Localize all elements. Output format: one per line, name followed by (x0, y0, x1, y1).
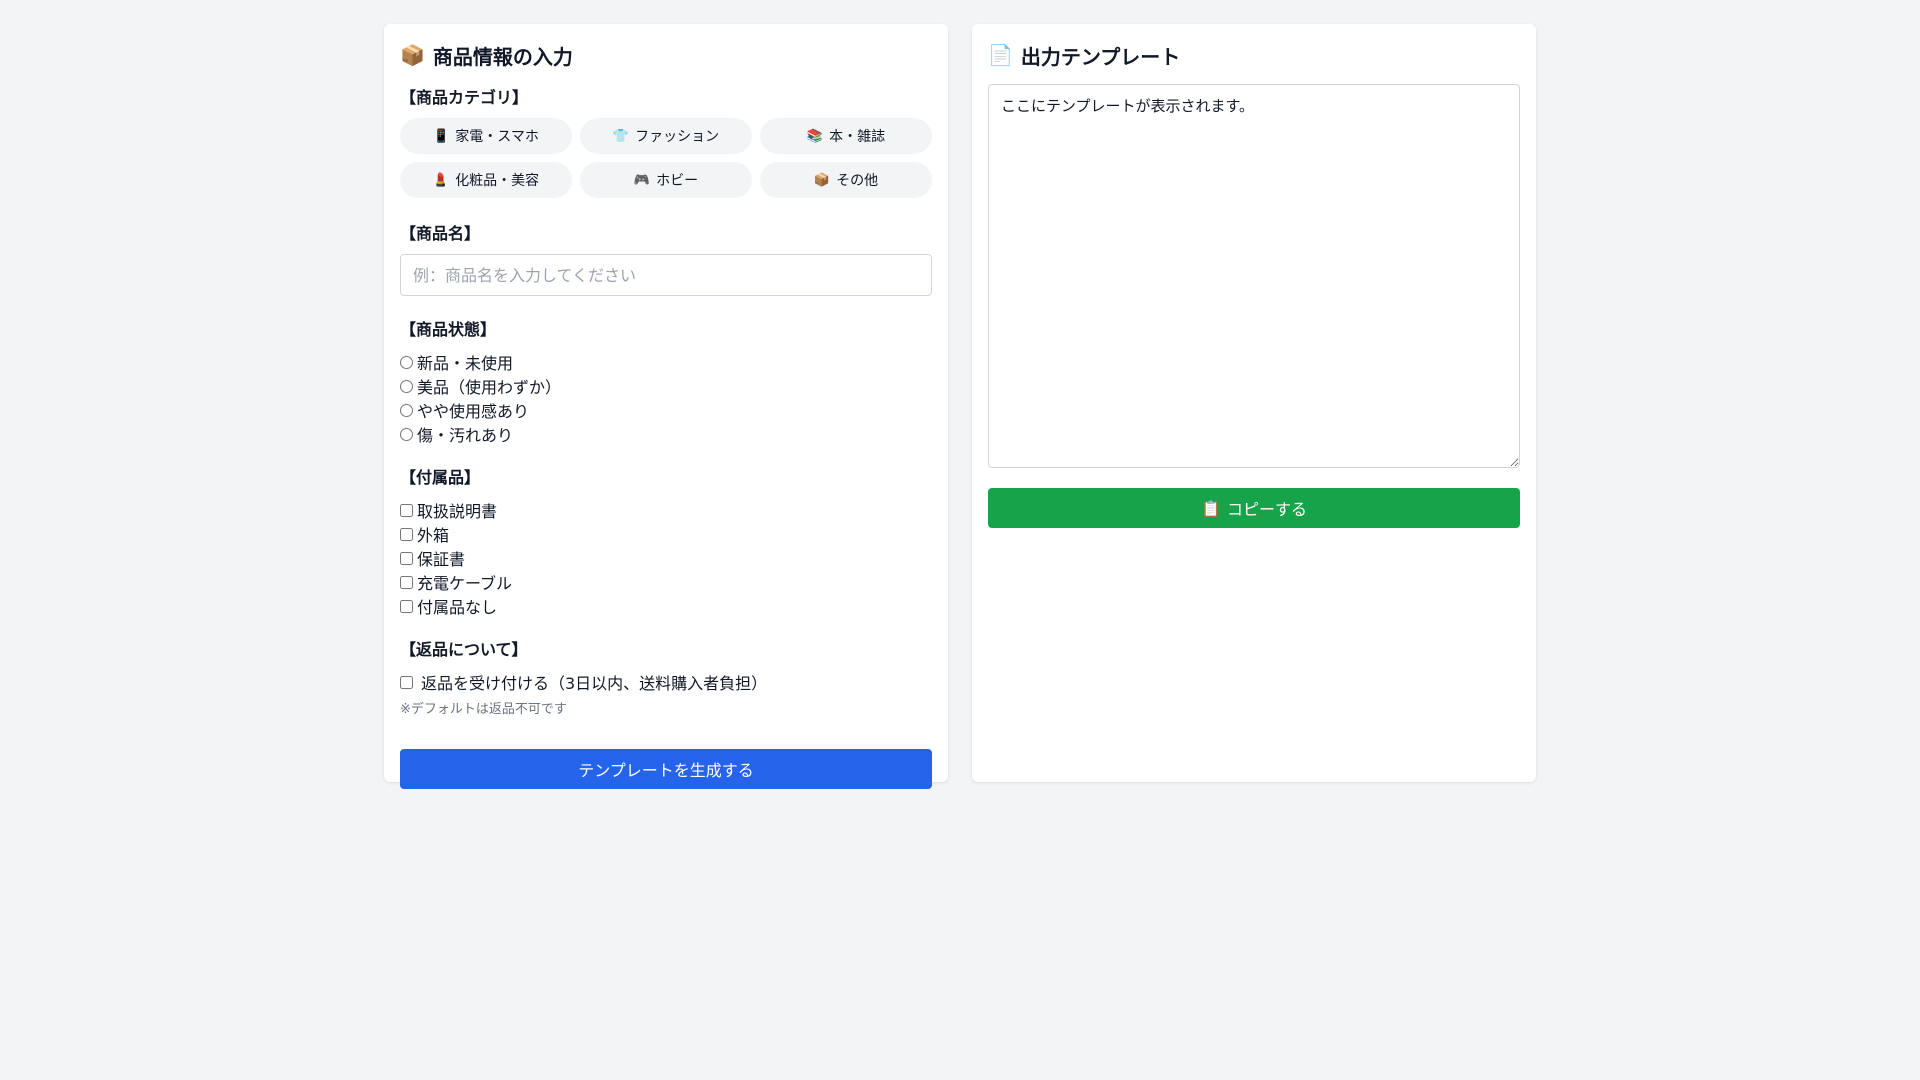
accessories-heading: 【付属品】 (400, 468, 481, 487)
returns-note: ※デフォルトは返品不可です (400, 702, 567, 717)
copy-button-label: コピーする (1226, 500, 1307, 519)
condition-option-label: 美品（使用わずか） (417, 378, 562, 397)
gamepad-icon: 🎮 (633, 172, 651, 188)
clipboard-icon: 📋 (1201, 498, 1221, 518)
input-panel-title: 📦 商品情報の入力 (400, 40, 932, 70)
package-icon: 📦 (813, 172, 831, 188)
copy-button[interactable]: 📋 コピーする (988, 488, 1520, 528)
category-button-fashion[interactable]: 👕 ファッション (580, 118, 752, 154)
accessory-checkbox[interactable] (400, 599, 413, 613)
category-label: 化粧品・美容 (455, 173, 540, 189)
category-button-other[interactable]: 📦 その他 (760, 162, 932, 198)
category-label: 家電・スマホ (455, 129, 539, 145)
output-textarea[interactable]: ここにテンプレートが表示されます。 (988, 84, 1520, 468)
condition-option-label: 傷・汚れあり (417, 426, 514, 445)
condition-option-used[interactable]: やや使用感あり (400, 398, 932, 422)
books-icon: 📚 (806, 128, 824, 144)
category-button-cosmetics[interactable]: 💄 化粧品・美容 (400, 162, 572, 198)
condition-option-damaged[interactable]: 傷・汚れあり (400, 422, 932, 446)
accessory-option-label: 外箱 (417, 526, 450, 545)
accessory-option-none[interactable]: 付属品なし (400, 594, 932, 618)
product-name-input[interactable] (400, 254, 932, 296)
accessory-option-box[interactable]: 外箱 (400, 522, 932, 546)
condition-radio[interactable] (400, 427, 413, 441)
condition-option-label: 新品・未使用 (417, 354, 514, 373)
returns-option-label: 返品を受け付ける（3日以内、送料購入者負担） (421, 674, 768, 693)
condition-radio[interactable] (400, 355, 413, 369)
product-name-heading: 【商品名】 (400, 224, 481, 243)
category-label: ファッション (635, 129, 720, 145)
category-heading: 【商品カテゴリ】 (400, 88, 529, 107)
category-label: ホビー (656, 173, 699, 189)
accessory-option-label: 充電ケーブル (417, 574, 513, 593)
output-panel-title-text: 出力テンプレート (1020, 44, 1181, 69)
document-icon: 📄 (988, 43, 1013, 67)
accessory-option-cable[interactable]: 充電ケーブル (400, 570, 932, 594)
accessory-option-label: 保証書 (417, 550, 466, 569)
accessory-checkbox[interactable] (400, 503, 413, 517)
output-panel-title: 📄 出力テンプレート (988, 40, 1520, 70)
accessory-option-manual[interactable]: 取扱説明書 (400, 498, 932, 522)
input-panel: 📦 商品情報の入力 【商品カテゴリ】 📱 家電・スマホ 👕 ファッション 📚 本… (384, 24, 948, 789)
category-label: その他 (836, 173, 879, 189)
accessory-checkbox[interactable] (400, 575, 413, 589)
returns-heading: 【返品について】 (400, 640, 528, 659)
main-layout: 📦 商品情報の入力 【商品カテゴリ】 📱 家電・スマホ 👕 ファッション 📚 本… (384, 24, 1536, 789)
smartphone-icon: 📱 (433, 128, 450, 144)
category-button-electronics[interactable]: 📱 家電・スマホ (400, 118, 572, 154)
condition-heading: 【商品状態】 (400, 320, 497, 339)
category-button-hobby[interactable]: 🎮 ホビー (580, 162, 752, 198)
condition-option-like-new[interactable]: 美品（使用わずか） (400, 374, 932, 398)
input-panel-title-text: 商品情報の入力 (432, 44, 573, 69)
accessory-option-label: 取扱説明書 (417, 502, 498, 521)
condition-radio[interactable] (400, 379, 413, 393)
generate-template-button[interactable]: テンプレートを生成する (400, 749, 932, 789)
accessories-options: 取扱説明書 外箱 保証書 充電ケーブル 付属品なし (400, 498, 932, 618)
category-grid: 📱 家電・スマホ 👕 ファッション 📚 本・雑誌 💄 化粧品・美容 🎮 ホビー … (400, 118, 932, 198)
condition-option-new[interactable]: 新品・未使用 (400, 350, 932, 374)
accessory-option-warranty[interactable]: 保証書 (400, 546, 932, 570)
returns-option[interactable]: 返品を受け付ける（3日以内、送料購入者負担） (400, 670, 932, 694)
category-label: 本・雑誌 (829, 129, 886, 145)
accessory-checkbox[interactable] (400, 527, 413, 541)
output-panel: 📄 出力テンプレート ここにテンプレートが表示されます。 📋 コピーする (972, 24, 1536, 782)
condition-option-label: やや使用感あり (417, 402, 530, 421)
tshirt-icon: 👕 (612, 128, 630, 144)
returns-checkbox[interactable] (400, 675, 413, 689)
accessory-checkbox[interactable] (400, 551, 413, 565)
condition-options: 新品・未使用 美品（使用わずか） やや使用感あり 傷・汚れあり (400, 350, 932, 446)
accessory-option-label: 付属品なし (417, 598, 498, 617)
condition-radio[interactable] (400, 403, 413, 417)
package-icon: 📦 (400, 43, 425, 67)
category-button-books[interactable]: 📚 本・雑誌 (760, 118, 932, 154)
lipstick-icon: 💄 (432, 172, 450, 188)
